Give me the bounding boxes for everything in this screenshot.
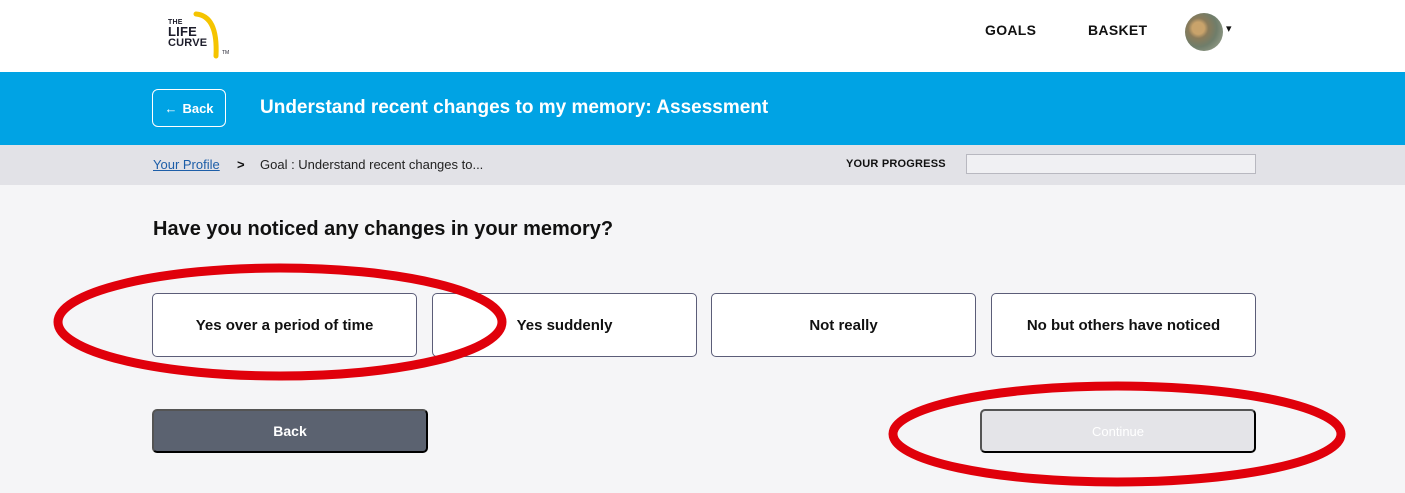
breadcrumb-your-profile-link[interactable]: Your Profile (153, 157, 220, 172)
account-menu-caret-icon[interactable]: ▾ (1226, 22, 1232, 35)
continue-button: Continue (980, 409, 1256, 453)
nav-basket-link[interactable]: BASKET (1088, 22, 1147, 38)
answer-option-yes-suddenly[interactable]: Yes suddenly (432, 293, 697, 357)
user-avatar[interactable] (1185, 13, 1223, 51)
logo-text-curve: CURVE (168, 37, 208, 49)
nav-goals-link[interactable]: GOALS (985, 22, 1036, 38)
page-title: Understand recent changes to my memory: … (260, 97, 769, 118)
progress-label: YOUR PROGRESS (846, 158, 946, 170)
back-arrow-icon: ← (164, 100, 178, 116)
progress-bar (966, 154, 1256, 174)
answer-option-others-noticed[interactable]: No but others have noticed (991, 293, 1256, 357)
logo-trademark: TM (222, 50, 230, 56)
breadcrumb-separator: > (237, 157, 245, 172)
back-button[interactable]: Back (152, 409, 428, 453)
header-back-button[interactable]: ← Back (152, 89, 226, 127)
breadcrumb-current: Goal : Understand recent changes to... (260, 157, 484, 172)
answer-option-not-really[interactable]: Not really (711, 293, 976, 357)
answer-option-yes-over-time[interactable]: Yes over a period of time (152, 293, 417, 357)
question-text: Have you noticed any changes in your mem… (153, 218, 614, 240)
top-navigation: THE LIFE CURVE TM GOALS BASKET ▾ (0, 0, 1405, 72)
header-back-label: Back (182, 100, 214, 116)
life-curve-logo[interactable]: THE LIFE CURVE TM (166, 10, 236, 60)
